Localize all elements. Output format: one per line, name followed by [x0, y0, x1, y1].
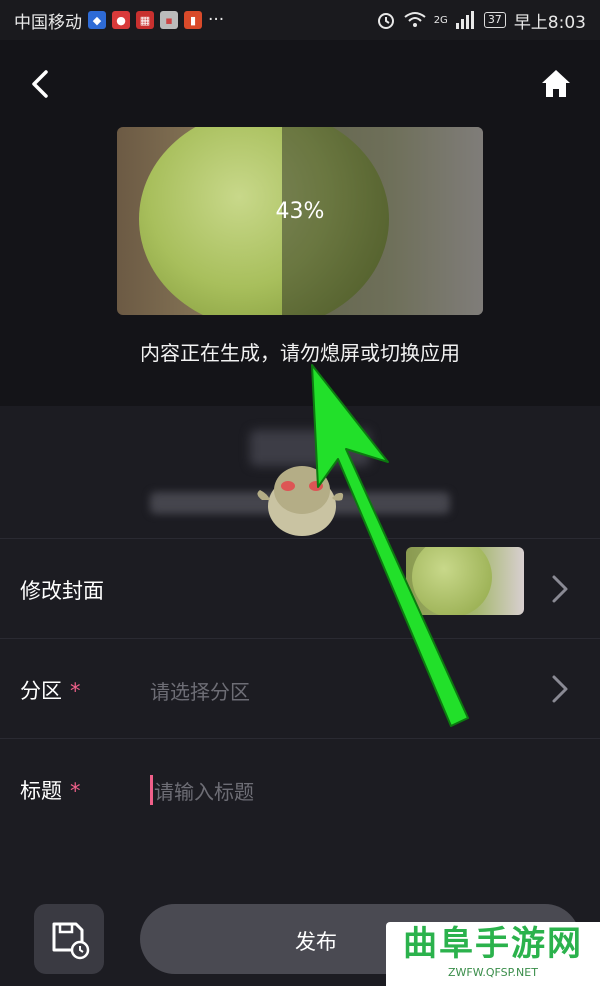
- listen-app-icon: ▮: [184, 11, 202, 29]
- microphone-icon: ●: [112, 11, 130, 29]
- title-row: 标题 * 请输入标题: [0, 738, 600, 838]
- cover-pear-image: [412, 547, 492, 615]
- checker-app-icon: ▦: [136, 11, 154, 29]
- section-label-text: 分区: [20, 679, 62, 703]
- mascot-icon: [257, 466, 344, 536]
- fm-radio-icon: ▪: [160, 11, 178, 29]
- generation-panel: 43% 内容正在生成，请勿熄屏或切换应用: [0, 40, 600, 406]
- home-icon: [542, 70, 570, 97]
- chevron-left-icon: [32, 70, 48, 98]
- more-notifications-icon: ···: [208, 10, 225, 30]
- section-label: 分区 *: [20, 675, 81, 705]
- site-watermark: 曲阜手游网 ZWFW.QFSP.NET: [386, 922, 600, 986]
- network-type: 2G: [433, 14, 448, 26]
- carrier-name: 中国移动: [14, 12, 82, 33]
- alarm-icon: [377, 13, 394, 29]
- clock: 早上8:03: [513, 12, 586, 33]
- home-button[interactable]: [536, 64, 576, 104]
- cover-thumbnail[interactable]: [406, 547, 524, 615]
- cover-row[interactable]: 修改封面: [0, 538, 600, 638]
- progress-percent: 43%: [275, 199, 325, 224]
- status-bar: 中国移动 ◆ ● ▦ ▪ ▮ ··· 2G 37 早上8:03: [0, 0, 600, 40]
- title-input[interactable]: 请输入标题: [154, 776, 254, 805]
- battery-level: 37: [483, 12, 506, 28]
- text-caret: [150, 775, 153, 805]
- chevron-right-icon: [552, 575, 568, 603]
- title-label: 标题 *: [20, 775, 81, 805]
- watermark-logo: 曲阜手游网: [403, 924, 583, 964]
- back-button[interactable]: [22, 64, 62, 104]
- shield-icon: ◆: [88, 11, 106, 29]
- generating-message: 内容正在生成，请勿熄屏或切换应用: [140, 341, 460, 365]
- publish-label: 发布: [295, 930, 337, 954]
- save-draft-button[interactable]: [34, 904, 104, 974]
- title-label-text: 标题: [20, 779, 62, 803]
- chevron-right-icon: [552, 675, 568, 703]
- required-mark: *: [70, 679, 81, 703]
- signal-icon: [455, 11, 474, 29]
- cover-label: 修改封面: [20, 579, 104, 603]
- video-preview: 43%: [117, 127, 483, 315]
- section-placeholder: 请选择分区: [150, 680, 250, 704]
- required-mark: *: [70, 779, 81, 803]
- blurred-template-area: [0, 406, 600, 546]
- wifi-icon: [404, 12, 426, 27]
- section-row[interactable]: 分区 * 请选择分区: [0, 638, 600, 738]
- status-left: 中国移动 ◆ ● ▦ ▪ ▮ ···: [14, 8, 224, 33]
- status-right: 2G 37 早上8:03: [376, 8, 586, 33]
- watermark-url: ZWFW.QFSP.NET: [448, 966, 538, 979]
- save-draft-icon: [52, 922, 90, 960]
